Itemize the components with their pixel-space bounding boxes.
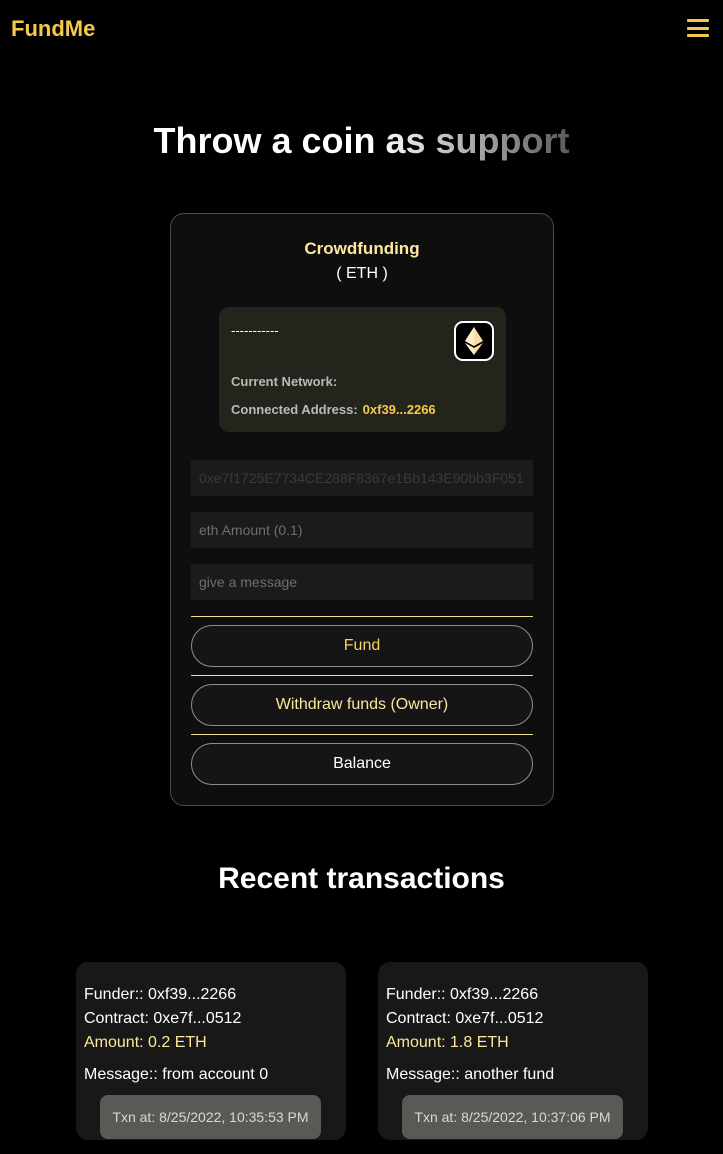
balance-button[interactable]: Balance xyxy=(191,743,533,785)
menu-bar xyxy=(687,19,709,22)
divider xyxy=(191,616,533,617)
transaction-card: Funder:: 0xf39...2266 Contract: 0xe7f...… xyxy=(76,962,346,1140)
txn-timestamp: Txn at: 8/25/2022, 10:37:06 PM xyxy=(402,1095,623,1139)
recent-transactions-title: Recent transactions xyxy=(218,862,505,895)
txn-message: Message:: another fund xyxy=(386,1066,555,1083)
txn-funder: Funder:: 0xf39...2266 xyxy=(84,986,237,1003)
card-title: Crowdfunding xyxy=(304,239,420,258)
divider xyxy=(191,734,533,735)
txn-funder: Funder:: 0xf39...2266 xyxy=(386,986,539,1003)
menu-bar xyxy=(687,34,709,37)
ethereum-icon[interactable] xyxy=(454,321,494,361)
connected-address-value: 0xf39...2266 xyxy=(362,402,436,417)
eth-amount-input[interactable] xyxy=(191,512,533,548)
navbar: FundMe xyxy=(0,0,723,58)
wallet-info-box: ----------- Current Network: Connected A… xyxy=(219,307,506,432)
menu-bar xyxy=(687,26,709,30)
card-currency: ( ETH ) xyxy=(336,265,388,282)
txn-contract: Contract: 0xe7f...0512 xyxy=(84,1010,242,1027)
txn-amount: Amount: 0.2 ETH xyxy=(84,1034,207,1051)
crowdfunding-card: Crowdfunding ( ETH ) ----------- Current… xyxy=(170,213,554,806)
connected-address-row: Connected Address: 0xf39...2266 xyxy=(231,402,436,417)
withdraw-button[interactable]: Withdraw funds (Owner) xyxy=(191,684,533,726)
hero-title: Throw a coin as support xyxy=(0,120,723,162)
txn-amount: Amount: 1.8 ETH xyxy=(386,1034,509,1051)
network-status: ----------- xyxy=(231,323,279,338)
message-input[interactable] xyxy=(191,564,533,600)
current-network-label: Current Network: xyxy=(231,374,338,389)
txn-message: Message:: from account 0 xyxy=(84,1066,269,1083)
connected-address-label: Connected Address: xyxy=(231,402,358,417)
ethereum-glyph xyxy=(465,327,483,355)
transaction-card: Funder:: 0xf39...2266 Contract: 0xe7f...… xyxy=(378,962,648,1140)
txn-timestamp: Txn at: 8/25/2022, 10:35:53 PM xyxy=(100,1095,321,1139)
fund-button[interactable]: Fund xyxy=(191,625,533,667)
brand-logo[interactable]: FundMe xyxy=(11,16,95,42)
divider xyxy=(191,675,533,676)
txn-contract: Contract: 0xe7f...0512 xyxy=(386,1010,544,1027)
hamburger-menu-icon[interactable] xyxy=(687,19,709,37)
contract-address-input[interactable] xyxy=(191,460,533,496)
